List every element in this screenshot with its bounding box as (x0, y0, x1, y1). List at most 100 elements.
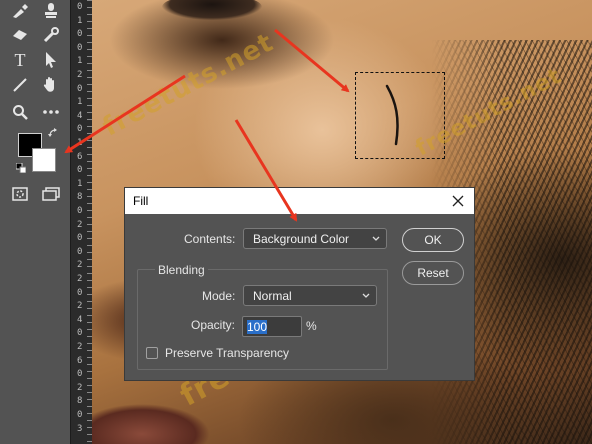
eye-region (162, 0, 262, 20)
ruler-tick (87, 343, 92, 344)
default-colors-icon[interactable] (16, 163, 26, 173)
ruler-tick (87, 434, 92, 435)
ruler-digit: 0 (77, 410, 83, 420)
swap-colors-icon[interactable] (48, 128, 58, 141)
mode-value: Normal (253, 289, 292, 303)
eraser-icon[interactable] (9, 24, 31, 46)
ruler-digit: 0 (77, 83, 83, 94)
ruler-digit: 0 (77, 369, 83, 380)
opacity-value: 100 (247, 320, 268, 334)
ruler-digit: 6 (77, 151, 83, 162)
screen-mode-icon[interactable] (40, 183, 62, 205)
contents-value: Background Color (253, 232, 350, 246)
hand-icon[interactable] (40, 74, 62, 96)
ruler-tick (87, 105, 92, 106)
ruler-digit: 3 (77, 423, 83, 434)
ruler-tick (87, 63, 92, 64)
ruler-digit: 1 (77, 56, 83, 67)
ruler-tick (87, 21, 92, 22)
ruler-tick (87, 315, 92, 316)
ruler-tick (87, 329, 92, 330)
ruler-digit: 6 (77, 355, 83, 366)
ruler-tick (87, 385, 92, 386)
ruler-tick (87, 112, 92, 113)
ruler-digit: 1 (77, 97, 83, 108)
ruler-tick (87, 427, 92, 428)
background-color-swatch[interactable] (32, 148, 56, 172)
zoom-icon[interactable] (9, 101, 31, 123)
ruler-tick (87, 287, 92, 288)
ruler-tick (87, 49, 92, 50)
mode-dropdown[interactable]: Normal (243, 285, 377, 306)
chevron-down-icon (372, 236, 380, 241)
ruler-digit: 2 (77, 70, 83, 80)
opacity-label: Opacity: (191, 318, 236, 332)
ruler-digit: 4 (77, 314, 83, 325)
ruler-tick (87, 182, 92, 183)
ruler-tick (87, 14, 92, 15)
ok-button[interactable]: OK (402, 228, 464, 252)
ruler-tick (87, 161, 92, 162)
ruler-digit: 0 (77, 328, 83, 339)
quick-mask-icon[interactable] (9, 183, 31, 205)
ruler-digit: 0 (77, 165, 83, 176)
ruler-tick (87, 420, 92, 421)
ruler-tick (87, 336, 92, 337)
ruler-tick (87, 245, 92, 246)
preserve-transparency-label[interactable]: Preserve Transparency (165, 346, 289, 360)
brush-icon[interactable] (9, 0, 31, 22)
ruler-tick (87, 140, 92, 141)
ruler-digit: 0 (77, 233, 83, 244)
type-icon[interactable]: T (9, 49, 31, 71)
vertical-ruler: 0 1 0 0 1 2 0 1 4 0 1 6 0 1 8 0 2 0 0 2 2 0 2 4 0 2 6 0 2 8 0 3 (70, 0, 92, 444)
ruler-digit: 4 (77, 110, 83, 121)
stray-hair-stroke (385, 84, 399, 146)
ruler-digit: 8 (77, 396, 83, 407)
ruler-tick (87, 7, 92, 8)
ruler-tick (87, 441, 92, 442)
contents-dropdown[interactable]: Background Color (243, 228, 387, 249)
ruler-digit: 1 (77, 138, 83, 148)
ruler-tick (87, 98, 92, 99)
ruler-digit: 2 (77, 301, 83, 312)
ruler-tick (87, 392, 92, 393)
ruler-tick (87, 357, 92, 358)
ruler-digit: 0 (77, 287, 83, 298)
ruler-digit: 1 (77, 178, 83, 189)
ruler-tick (87, 252, 92, 253)
reset-button[interactable]: Reset (402, 261, 464, 285)
ruler-tick (87, 413, 92, 414)
ruler-tick (87, 406, 92, 407)
ruler-digit: 0 (77, 2, 83, 12)
ruler-tick (87, 266, 92, 267)
ruler-tick (87, 301, 92, 302)
contents-label: Contents: (184, 232, 236, 246)
ruler-digit: 2 (77, 342, 83, 352)
more-icon[interactable] (40, 101, 62, 123)
ruler-tick (87, 378, 92, 379)
line-icon[interactable] (9, 74, 31, 96)
ruler-digit: 0 (77, 206, 83, 216)
ruler-tick (87, 238, 92, 239)
ruler-tick (87, 70, 92, 71)
ruler-tick (87, 196, 92, 197)
ruler-tick (87, 210, 92, 211)
ruler-tick (87, 0, 92, 1)
stamp-icon[interactable] (40, 0, 62, 22)
ruler-tick (87, 154, 92, 155)
ruler-tick (87, 119, 92, 120)
close-icon[interactable] (450, 193, 466, 209)
ruler-tick (87, 28, 92, 29)
opacity-input[interactable]: 100 (242, 316, 302, 337)
path-select-icon[interactable] (40, 49, 62, 71)
ruler-tick (87, 273, 92, 274)
ruler-tick (87, 91, 92, 92)
ruler-tick (87, 371, 92, 372)
fill-dialog: Fill Contents: Background Color OK Reset… (124, 187, 475, 381)
ruler-digit: 2 (77, 382, 83, 393)
burn-icon[interactable] (40, 24, 62, 46)
ruler-tick (87, 189, 92, 190)
ruler-digit: 2 (77, 274, 83, 284)
preserve-transparency-checkbox[interactable] (146, 347, 158, 359)
ruler-tick (87, 399, 92, 400)
